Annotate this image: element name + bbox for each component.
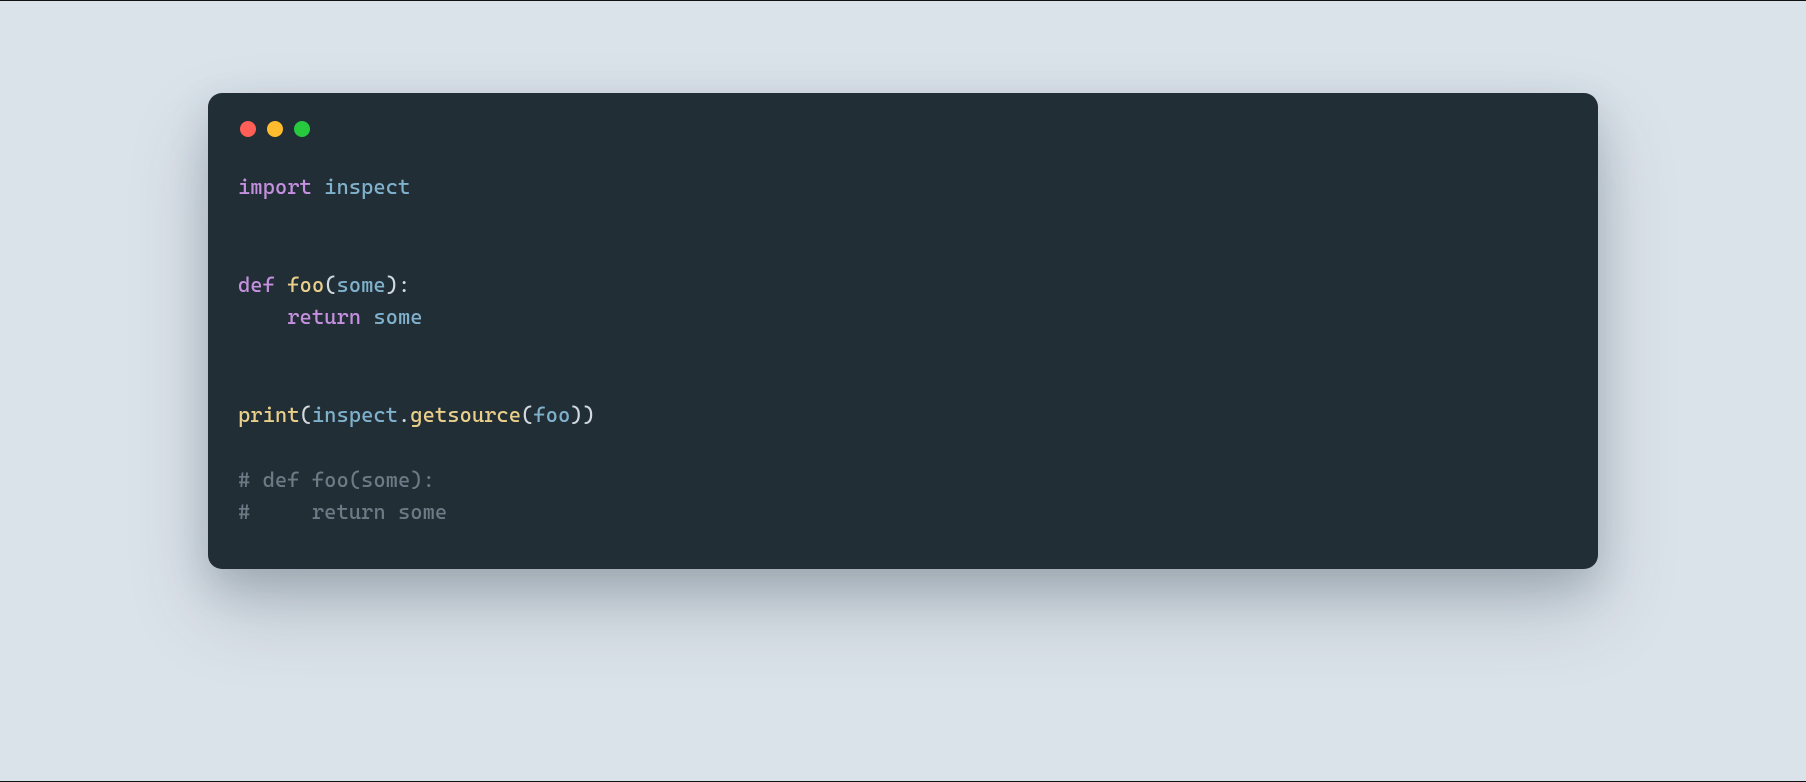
code-token: getsource [410, 403, 521, 427]
code-token: ( [300, 403, 312, 427]
code-token [238, 305, 287, 329]
code-token: # return some [238, 500, 447, 524]
code-token: : [398, 273, 410, 297]
code-token: import [238, 175, 312, 199]
code-token: foo [287, 273, 324, 297]
code-token: some [373, 305, 422, 329]
code-token: inspect [312, 403, 398, 427]
code-window: import inspect def foo(some): return som… [208, 93, 1598, 569]
code-token: def [238, 273, 275, 297]
code-token: ) [583, 403, 595, 427]
code-token: print [238, 403, 300, 427]
code-token: ( [521, 403, 533, 427]
code-token: inspect [324, 175, 410, 199]
close-icon[interactable] [240, 121, 256, 137]
code-token: ) [386, 273, 398, 297]
code-token: ( [324, 273, 336, 297]
code-token: return [287, 305, 361, 329]
code-token [275, 273, 287, 297]
zoom-icon[interactable] [294, 121, 310, 137]
code-token: . [398, 403, 410, 427]
minimize-icon[interactable] [267, 121, 283, 137]
code-token: foo [533, 403, 570, 427]
code-token: ) [570, 403, 582, 427]
code-token [361, 305, 373, 329]
window-traffic-lights [238, 121, 1568, 137]
code-token: # def foo(some): [238, 468, 435, 492]
code-token [312, 175, 324, 199]
code-token: some [336, 273, 385, 297]
code-block: import inspect def foo(some): return som… [238, 171, 1568, 529]
